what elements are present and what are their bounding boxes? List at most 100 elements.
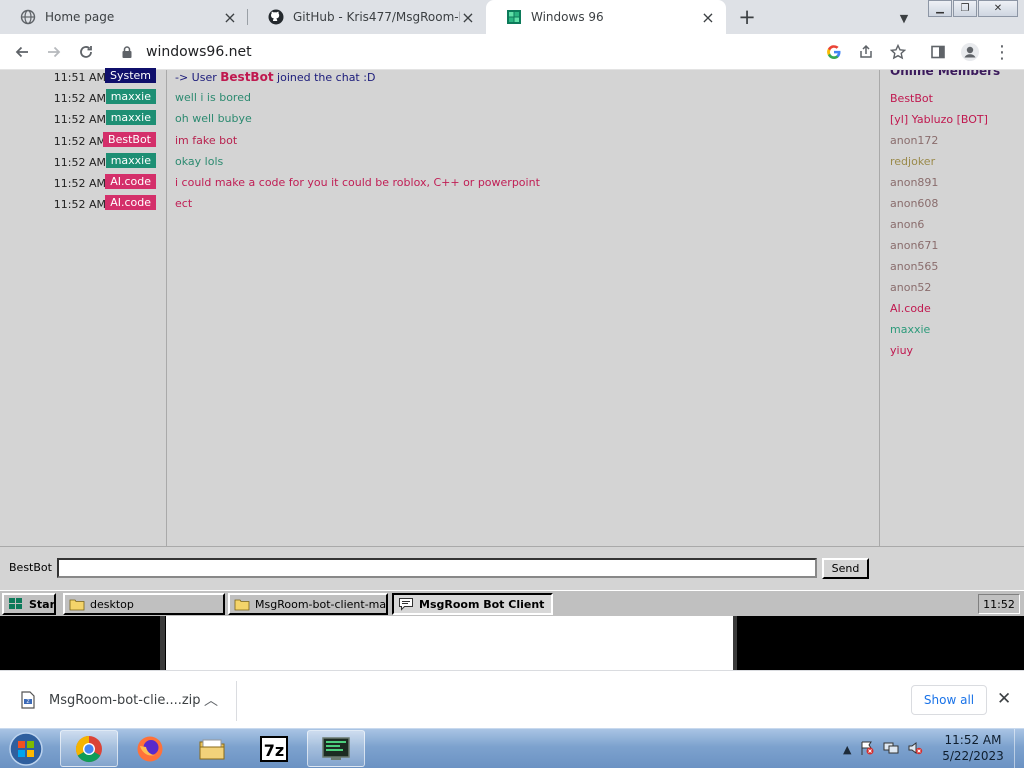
more-menu-icon[interactable]: ⋮ [990, 41, 1014, 63]
tab-github[interactable]: GitHub - Kris477/MsgRoom-bot- × [248, 0, 486, 34]
forward-arrow-icon[interactable] [42, 41, 66, 63]
profile-avatar-icon[interactable] [958, 41, 982, 63]
message-text: well i is bored [175, 91, 251, 104]
chat-message: 11:52 AM AI.code i could make a code for… [0, 173, 879, 194]
message-input[interactable] [57, 558, 817, 578]
action-center-flag-icon[interactable] [859, 740, 875, 759]
message-user-badge[interactable]: maxxie [105, 89, 156, 104]
bookmark-star-icon[interactable] [886, 41, 910, 63]
chat-message: 11:51 AM System -> User BestBot joined t… [0, 67, 879, 88]
windows7-taskbar: 7z ▲ 11:52 AM 5/22/2023 [0, 728, 1024, 768]
windows-start-orb-icon[interactable] [6, 730, 46, 768]
message-time: 11:52 AM [53, 135, 106, 148]
google-icon[interactable] [822, 41, 846, 63]
close-tab-icon[interactable]: × [222, 8, 238, 27]
show-desktop-button[interactable] [1014, 729, 1024, 768]
w96-taskbar: Start desktop MsgRoom-bot-client-main Ms… [0, 590, 1024, 616]
message-user-badge[interactable]: maxxie [105, 153, 156, 168]
side-panel-icon[interactable] [926, 41, 950, 63]
tab-home-page[interactable]: Home page × [0, 0, 248, 34]
w96-clock: 11:52 [978, 594, 1020, 614]
tab-windows-96[interactable]: Windows 96 × [486, 0, 726, 34]
member-item[interactable]: anon671 [890, 239, 938, 252]
message-user-badge[interactable]: AI.code [105, 195, 156, 210]
windows96-icon [506, 9, 522, 25]
member-item[interactable]: anon608 [890, 197, 938, 210]
w96-start-button[interactable]: Start [2, 593, 56, 615]
volume-muted-icon[interactable] [907, 740, 923, 759]
new-tab-button[interactable]: + [735, 5, 759, 29]
globe-icon [20, 9, 36, 25]
7zip-taskbar-icon[interactable]: 7z [245, 730, 303, 767]
chevron-up-icon[interactable]: ︿ [204, 690, 218, 710]
message-time: 11:52 AM [53, 113, 106, 126]
desktop-window-content [166, 616, 733, 670]
member-item[interactable]: AI.code [890, 302, 931, 315]
member-item[interactable]: anon52 [890, 281, 931, 294]
folder-icon [234, 597, 250, 611]
system-clock[interactable]: 11:52 AM 5/22/2023 [940, 732, 1006, 764]
show-all-downloads-button[interactable]: Show all [911, 685, 987, 715]
message-text: oh well bubye [175, 112, 252, 125]
download-file-name[interactable]: MsgRoom-bot-clie....zip [49, 693, 201, 708]
member-item[interactable]: maxxie [890, 323, 930, 336]
message-composer: BestBot Send [0, 546, 1024, 590]
close-download-shelf-icon[interactable]: ✕ [997, 689, 1011, 709]
chat-message: 11:52 AM AI.code ect [0, 194, 879, 215]
joined-username: BestBot [220, 70, 274, 84]
back-arrow-icon[interactable] [10, 41, 34, 63]
address-bar[interactable]: windows96.net [108, 38, 808, 66]
close-window-button[interactable]: ✕ [978, 0, 1018, 17]
chrome-taskbar-icon[interactable] [60, 730, 118, 767]
member-item[interactable]: anon891 [890, 176, 938, 189]
zip-file-icon: Z [20, 691, 36, 709]
chat-message: 11:52 AM maxxie oh well bubye [0, 109, 879, 130]
message-user-badge[interactable]: BestBot [103, 132, 156, 147]
clock-date: 5/22/2023 [942, 749, 1004, 763]
chat-message: 11:52 AM maxxie okay lols [0, 152, 879, 173]
message-user-badge[interactable]: AI.code [105, 174, 156, 189]
message-list: 11:51 AM System -> User BestBot joined t… [0, 67, 879, 546]
tab-title: Home page [45, 10, 115, 24]
folder-icon [69, 597, 85, 611]
network-icon[interactable] [883, 740, 899, 759]
message-time: 11:51 AM [53, 71, 106, 84]
member-item[interactable]: anon6 [890, 218, 924, 231]
member-item[interactable]: redjoker [890, 155, 935, 168]
w96-taskbar-item-desktop[interactable]: desktop [63, 593, 225, 615]
chat-message: 11:52 AM maxxie well i is bored [0, 88, 879, 109]
minimize-window-button[interactable]: ▁ [928, 0, 952, 17]
member-item[interactable]: yiuy [890, 344, 913, 357]
tab-search-chevron-icon[interactable]: ▼ [894, 8, 914, 28]
msgroom-chat-window: 11:51 AM System -> User BestBot joined t… [0, 67, 1024, 590]
explorer-folder-taskbar-icon[interactable] [183, 730, 241, 767]
message-user-badge[interactable]: System [104, 68, 156, 83]
member-item[interactable]: BestBot [890, 92, 933, 105]
reload-icon[interactable] [74, 41, 98, 63]
message-user-badge[interactable]: maxxie [105, 110, 156, 125]
message-time: 11:52 AM [53, 198, 106, 211]
share-icon[interactable] [854, 41, 878, 63]
online-members-panel: Online Members BestBot [yl] Yabluzo [BOT… [879, 70, 1024, 546]
start-label: Start [29, 597, 56, 611]
tray-expand-arrow-icon[interactable]: ▲ [843, 743, 851, 756]
browser-tab-strip: Home page × GitHub - Kris477/MsgRoom-bot… [0, 0, 1024, 34]
terminal-taskbar-icon[interactable] [307, 730, 365, 767]
restore-window-button[interactable]: ❐ [953, 0, 977, 17]
close-tab-icon[interactable]: × [460, 8, 476, 27]
member-item[interactable]: anon565 [890, 260, 938, 273]
member-item[interactable]: [yl] Yabluzo [BOT] [890, 113, 988, 126]
w96-taskbar-item-folder[interactable]: MsgRoom-bot-client-main [228, 593, 388, 615]
windows96-page: 11:51 AM System -> User BestBot joined t… [0, 67, 1024, 670]
message-time: 11:52 AM [53, 156, 106, 169]
close-tab-icon[interactable]: × [700, 8, 716, 27]
nickname-label[interactable]: BestBot [9, 561, 52, 574]
tab-title: Windows 96 [531, 10, 604, 24]
lock-icon[interactable] [120, 45, 134, 59]
chat-message: 11:52 AM BestBot im fake bot [0, 131, 879, 152]
send-button[interactable]: Send [822, 558, 869, 579]
w96-taskbar-item-msgroom[interactable]: MsgRoom Bot Client [392, 593, 553, 615]
firefox-taskbar-icon[interactable] [121, 730, 179, 767]
member-item[interactable]: anon172 [890, 134, 938, 147]
desktop-window-border [160, 616, 165, 670]
